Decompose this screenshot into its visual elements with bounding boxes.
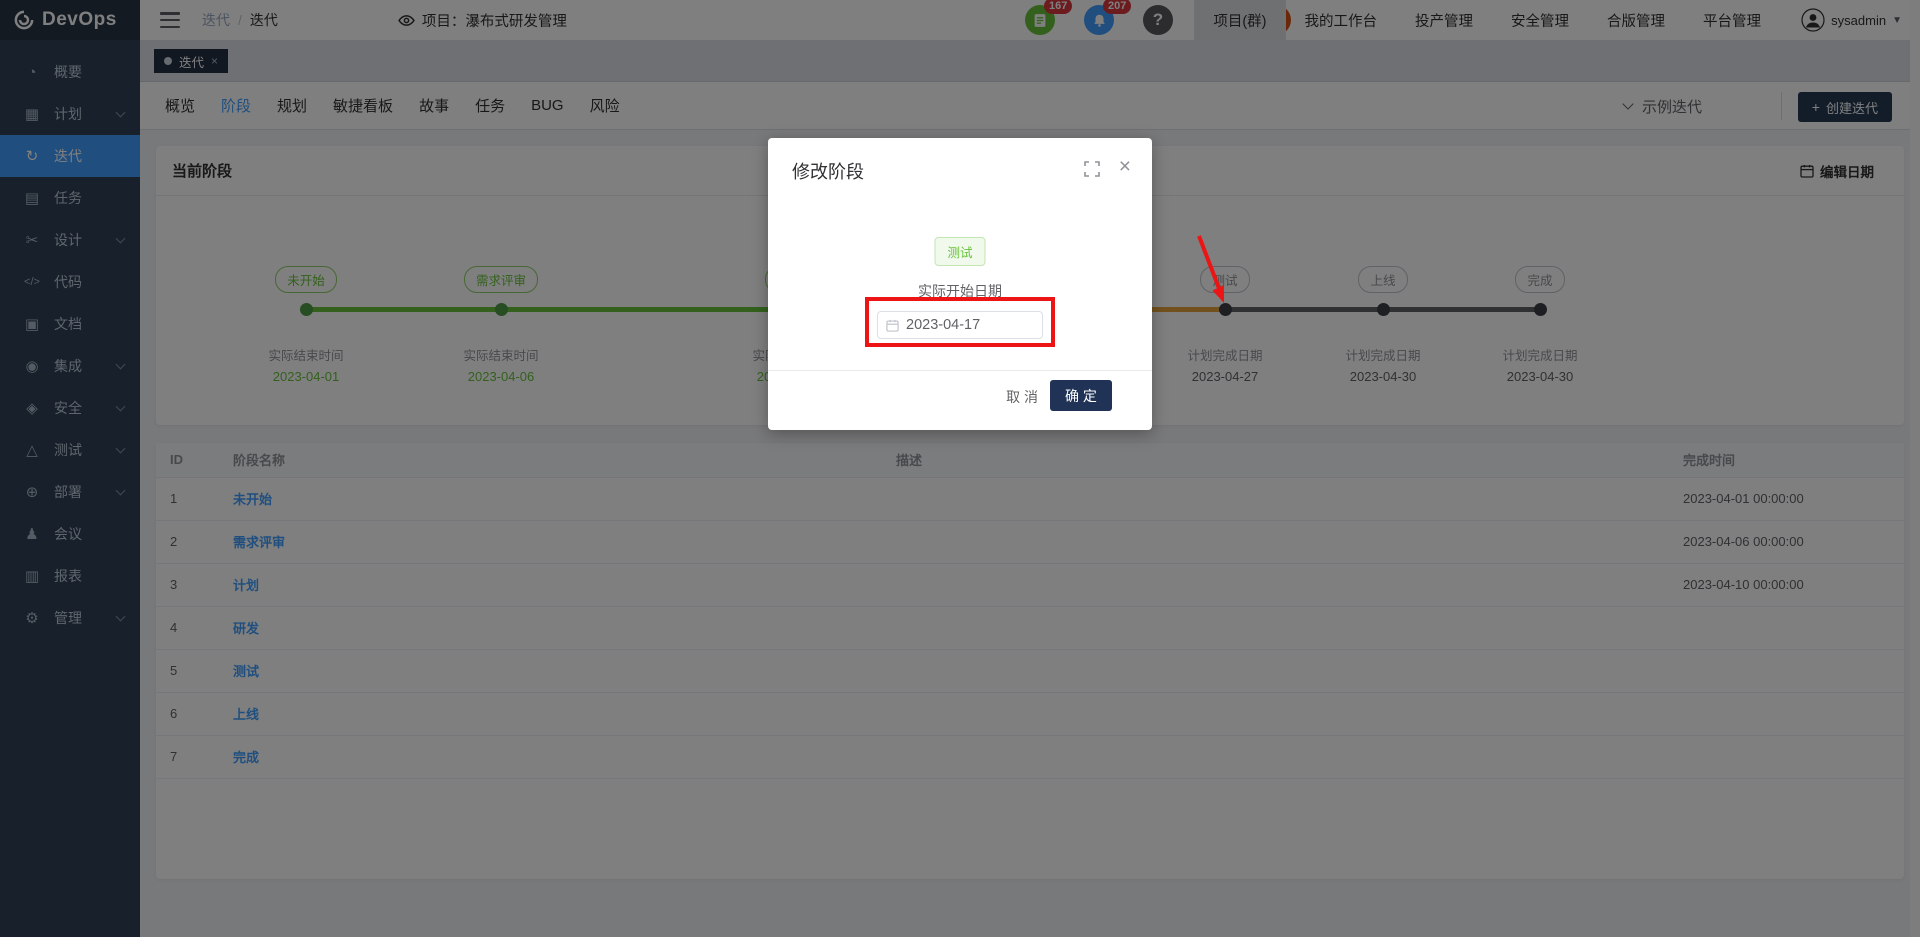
cancel-button[interactable]: 取 消 <box>1006 387 1038 407</box>
fullscreen-icon[interactable] <box>1084 161 1100 182</box>
app-screen: DevOps ◔概要 ▦计划 ↻迭代 ▤任务 ✂设计 </>代码 ▣文档 ◉集成… <box>0 0 1920 937</box>
edit-stage-modal: 修改阶段 × 测试 实际开始日期 取 消 确 定 <box>768 138 1152 430</box>
modal-footer-divider <box>768 370 1152 371</box>
close-icon[interactable]: × <box>1119 156 1131 177</box>
calendar-icon <box>886 319 899 332</box>
date-picker[interactable] <box>877 311 1043 339</box>
field-label: 实际开始日期 <box>918 283 1002 299</box>
modal-title: 修改阶段 <box>792 162 864 182</box>
stage-tag: 测试 <box>934 237 986 266</box>
confirm-button[interactable]: 确 定 <box>1050 380 1112 411</box>
date-input[interactable] <box>906 317 1026 333</box>
